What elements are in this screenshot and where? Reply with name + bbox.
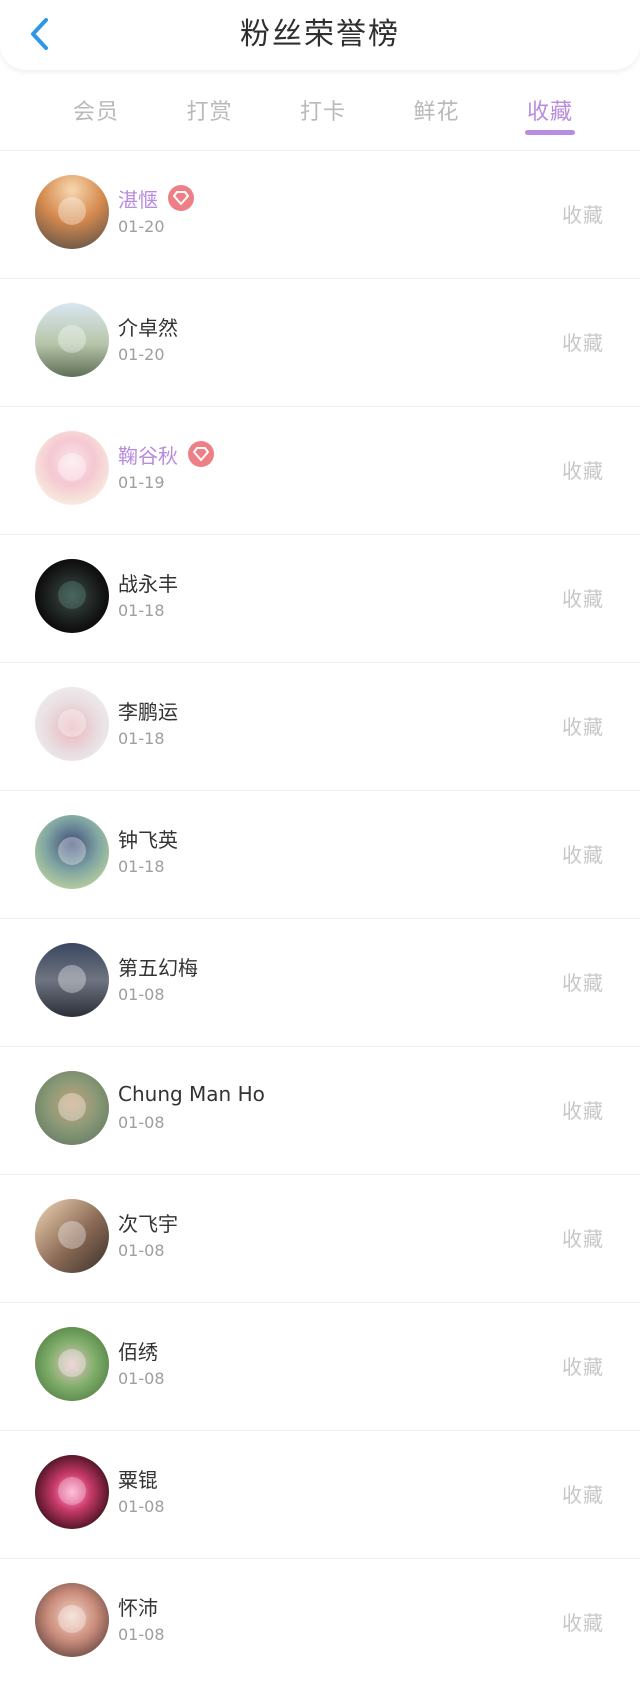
fan-name: 佰绣 [118,1339,158,1364]
list-item[interactable]: 湛惬 01-20 收藏 [0,150,640,278]
avatar[interactable] [35,815,109,889]
avatar[interactable] [35,687,109,761]
tab-bar: 会员 打赏 打卡 鲜花 收藏 [20,82,620,138]
tab-favorites[interactable]: 收藏 [520,83,580,137]
avatar[interactable] [35,303,109,377]
fan-name: 鞠谷秋 [118,443,178,468]
tab-flowers[interactable]: 鲜花 [407,83,467,137]
tab-label: 鲜花 [413,100,460,125]
tab-membership[interactable]: 会员 [66,83,126,137]
avatar[interactable] [35,559,109,633]
vip-diamond-icon [188,441,214,467]
vip-diamond-icon [168,185,194,211]
fan-date: 01-20 [118,217,165,236]
list-item[interactable]: 第五幻梅 01-08 收藏 [0,918,640,1046]
fan-name: 李鹏运 [118,699,178,724]
fan-name: 钟飞英 [118,827,178,852]
favorite-label: 收藏 [562,971,604,995]
avatar[interactable] [35,431,109,505]
tab-label: 会员 [72,100,119,125]
avatar[interactable] [35,1199,109,1273]
favorite-label: 收藏 [562,203,604,227]
list-item[interactable]: 李鹏运 01-18 收藏 [0,662,640,790]
tab-checkin[interactable]: 打卡 [293,83,353,137]
fan-date: 01-18 [118,729,165,748]
fan-date: 01-18 [118,601,165,620]
list-item[interactable]: 钟飞英 01-18 收藏 [0,790,640,918]
favorite-label: 收藏 [562,331,604,355]
list-item[interactable]: 怀沛 01-08 收藏 [0,1558,640,1686]
avatar[interactable] [35,943,109,1017]
page-title: 粉丝荣誉榜 [240,17,400,52]
avatar[interactable] [35,1071,109,1145]
fan-date: 01-08 [118,1369,165,1388]
fan-date: 01-18 [118,857,165,876]
fan-date: 01-08 [118,1625,165,1644]
list-item[interactable]: 鞠谷秋 01-19 收藏 [0,406,640,534]
top-bar: 粉丝荣誉榜 [0,0,640,70]
fan-date: 01-19 [118,473,165,492]
avatar[interactable] [35,1455,109,1529]
avatar[interactable] [35,175,109,249]
favorite-label: 收藏 [562,843,604,867]
fan-date: 01-08 [118,985,165,1004]
fan-date: 01-08 [118,1113,165,1132]
avatar[interactable] [35,1327,109,1401]
fan-date: 01-08 [118,1497,165,1516]
fan-name: Chung Man Ho [118,1082,265,1106]
list-item[interactable]: 佰绣 01-08 收藏 [0,1302,640,1430]
fan-name: 战永丰 [118,571,178,596]
favorite-label: 收藏 [562,1483,604,1507]
fan-name: 怀沛 [118,1595,158,1620]
tab-label: 收藏 [526,100,573,125]
avatar[interactable] [35,1583,109,1657]
active-tab-indicator [525,130,575,135]
favorite-label: 收藏 [562,587,604,611]
list-item[interactable]: Chung Man Ho 01-08 收藏 [0,1046,640,1174]
list-item[interactable]: 战永丰 01-18 收藏 [0,534,640,662]
favorite-label: 收藏 [562,1611,604,1635]
fan-name: 第五幻梅 [118,955,198,980]
fan-name: 次飞宇 [118,1211,178,1236]
fan-date: 01-20 [118,345,165,364]
favorite-label: 收藏 [562,715,604,739]
list-item[interactable]: 介卓然 01-20 收藏 [0,278,640,406]
favorite-label: 收藏 [562,459,604,483]
list-item[interactable]: 次飞宇 01-08 收藏 [0,1174,640,1302]
tab-label: 打卡 [299,100,346,125]
favorite-label: 收藏 [562,1227,604,1251]
tab-label: 打赏 [186,100,233,125]
tab-reward[interactable]: 打赏 [180,83,240,137]
fan-name: 介卓然 [118,315,178,340]
fan-date: 01-08 [118,1241,165,1260]
fan-name: 粟锟 [118,1467,158,1492]
list-item[interactable]: 粟锟 01-08 收藏 [0,1430,640,1558]
favorite-label: 收藏 [562,1355,604,1379]
fan-list: 湛惬 01-20 收藏 介卓然 01-20 收藏 鞠谷秋 01-19 收藏 战永… [0,150,640,1686]
favorite-label: 收藏 [562,1099,604,1123]
fan-name: 湛惬 [118,187,158,212]
